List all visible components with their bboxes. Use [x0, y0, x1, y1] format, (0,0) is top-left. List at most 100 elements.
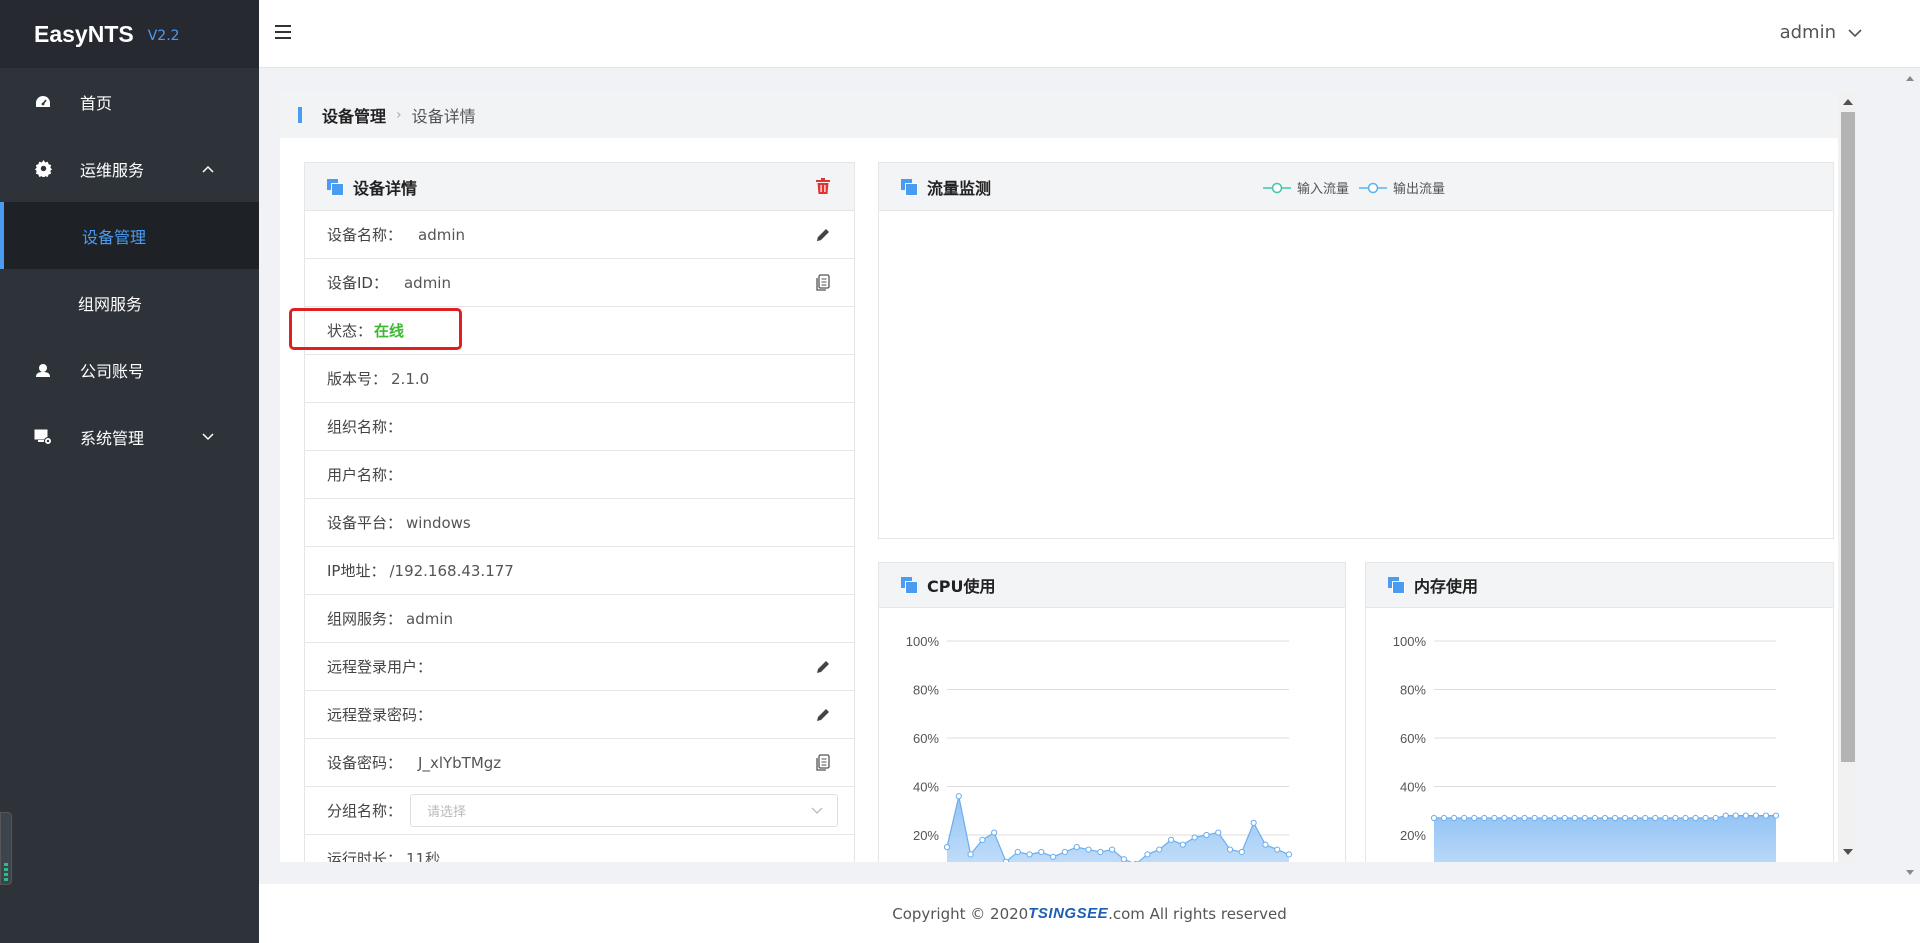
data-point[interactable] — [1120, 856, 1127, 862]
data-point[interactable] — [1156, 846, 1163, 853]
data-point[interactable] — [1712, 814, 1719, 822]
sidebar-item-network-service[interactable]: 组网服务 — [0, 269, 259, 336]
data-point[interactable] — [943, 844, 951, 851]
sidebar-item-company-account[interactable]: 公司账号 — [0, 336, 259, 403]
data-point[interactable] — [1591, 814, 1599, 822]
data-point[interactable] — [1581, 814, 1588, 822]
field-label: 组织名称： — [327, 418, 403, 436]
copy-icon[interactable] — [814, 753, 832, 772]
footer-brand-logo[interactable]: TSINGSEE — [1028, 905, 1108, 922]
data-point[interactable] — [1050, 853, 1057, 860]
row-remote-user: 远程登录用户： — [305, 643, 854, 691]
data-point[interactable] — [1215, 829, 1222, 836]
data-point[interactable] — [1430, 814, 1438, 822]
data-point[interactable] — [1611, 814, 1619, 822]
data-point[interactable] — [1622, 814, 1629, 822]
scroll-down-icon[interactable] — [1843, 849, 1853, 855]
copy-icon[interactable] — [814, 273, 832, 292]
data-point[interactable] — [1451, 814, 1458, 822]
page-scroll-down-icon[interactable] — [1906, 870, 1914, 875]
app-logo[interactable]: EasyNTS V2.2 — [0, 0, 259, 68]
data-point[interactable] — [1002, 858, 1010, 862]
group-select[interactable]: 请选择 — [410, 794, 839, 827]
data-point[interactable] — [1561, 814, 1568, 822]
scrollbar-thumb[interactable] — [1841, 112, 1855, 762]
data-point[interactable] — [979, 836, 986, 843]
data-point[interactable] — [955, 793, 962, 800]
data-point[interactable] — [1471, 814, 1478, 822]
data-point[interactable] — [1642, 814, 1649, 822]
row-uptime: 运行时长： 11秒 — [305, 835, 854, 862]
data-point[interactable] — [1440, 814, 1448, 822]
data-point[interactable] — [1541, 814, 1548, 822]
memory-chart: 100% 80% 60% 40% 20% — [1393, 634, 1780, 862]
data-point[interactable] — [1144, 851, 1151, 858]
delete-icon[interactable] — [816, 178, 832, 196]
data-point[interactable] — [1601, 814, 1609, 822]
data-point[interactable] — [1501, 814, 1508, 822]
user-menu[interactable]: admin — [1780, 22, 1862, 43]
sidebar-item-ops[interactable]: 运维服务 — [0, 135, 259, 202]
data-point[interactable] — [1285, 851, 1293, 858]
data-point[interactable] — [1226, 846, 1234, 853]
data-point[interactable] — [1133, 861, 1138, 863]
data-point[interactable] — [1085, 846, 1092, 853]
data-point[interactable] — [1521, 814, 1528, 822]
data-point[interactable] — [1109, 846, 1116, 853]
data-point[interactable] — [1203, 831, 1210, 839]
data-point[interactable] — [1762, 812, 1770, 819]
data-point[interactable] — [1722, 812, 1729, 819]
edit-pencil-icon[interactable] — [814, 706, 832, 724]
data-point[interactable] — [1026, 851, 1033, 858]
panel-drag-handle[interactable] — [0, 812, 12, 885]
data-point[interactable] — [1481, 814, 1488, 822]
data-point[interactable] — [1061, 848, 1069, 856]
sidebar-item-system-management[interactable]: 系统管理 — [0, 403, 259, 470]
data-point[interactable] — [1632, 814, 1639, 822]
data-point[interactable] — [1014, 848, 1021, 856]
data-point[interactable] — [1732, 812, 1739, 819]
data-point[interactable] — [1752, 812, 1759, 819]
data-point[interactable] — [1702, 814, 1709, 822]
data-point[interactable] — [1772, 812, 1780, 819]
data-point[interactable] — [1038, 848, 1045, 856]
breadcrumb-parent[interactable]: 设备管理 — [322, 103, 386, 127]
data-point[interactable] — [1073, 844, 1080, 851]
scroll-up-icon[interactable] — [1843, 99, 1853, 105]
content-scrollbar[interactable] — [1838, 92, 1858, 862]
data-point[interactable] — [1238, 848, 1245, 856]
device-password-value: J_xlYbTMgz — [418, 753, 502, 772]
data-point[interactable] — [1692, 814, 1699, 822]
data-point[interactable] — [1682, 814, 1689, 822]
edit-pencil-icon[interactable] — [814, 658, 832, 676]
sidebar-item-home[interactable]: 首页 — [0, 68, 259, 135]
data-point[interactable] — [1167, 836, 1175, 843]
data-point[interactable] — [1491, 814, 1498, 822]
data-point[interactable] — [1250, 819, 1257, 826]
data-point[interactable] — [1742, 812, 1749, 819]
data-point[interactable] — [1097, 848, 1104, 856]
data-point[interactable] — [991, 829, 998, 836]
data-point[interactable] — [1551, 814, 1558, 822]
page-scroll-up-icon[interactable] — [1906, 76, 1914, 81]
data-point[interactable] — [1672, 814, 1679, 822]
data-point[interactable] — [967, 851, 974, 858]
edit-pencil-icon[interactable] — [814, 226, 832, 244]
data-point[interactable] — [1274, 846, 1281, 853]
data-point[interactable] — [1531, 814, 1538, 822]
sidebar-item-label: 设备管理 — [82, 227, 147, 247]
legend-item-input[interactable]: 输入流量 — [1263, 178, 1349, 197]
data-point[interactable] — [1262, 841, 1269, 848]
data-point[interactable] — [1461, 814, 1468, 822]
data-point[interactable] — [1179, 841, 1186, 848]
data-point[interactable] — [1662, 814, 1669, 822]
sidebar-item-device-management[interactable]: 设备管理 — [0, 202, 259, 269]
legend-item-output[interactable]: 输出流量 — [1359, 178, 1445, 197]
data-point[interactable] — [1511, 814, 1518, 822]
data-point[interactable] — [1652, 814, 1659, 822]
device-detail-panel: 设备详情 设备名称： admin 设备ID： admin 状态： 在线 版本号：… — [304, 162, 855, 862]
data-point[interactable] — [1191, 834, 1198, 841]
panel-header: 内存使用 — [1366, 563, 1833, 608]
menu-toggle-icon[interactable] — [275, 25, 291, 39]
data-point[interactable] — [1571, 814, 1578, 822]
